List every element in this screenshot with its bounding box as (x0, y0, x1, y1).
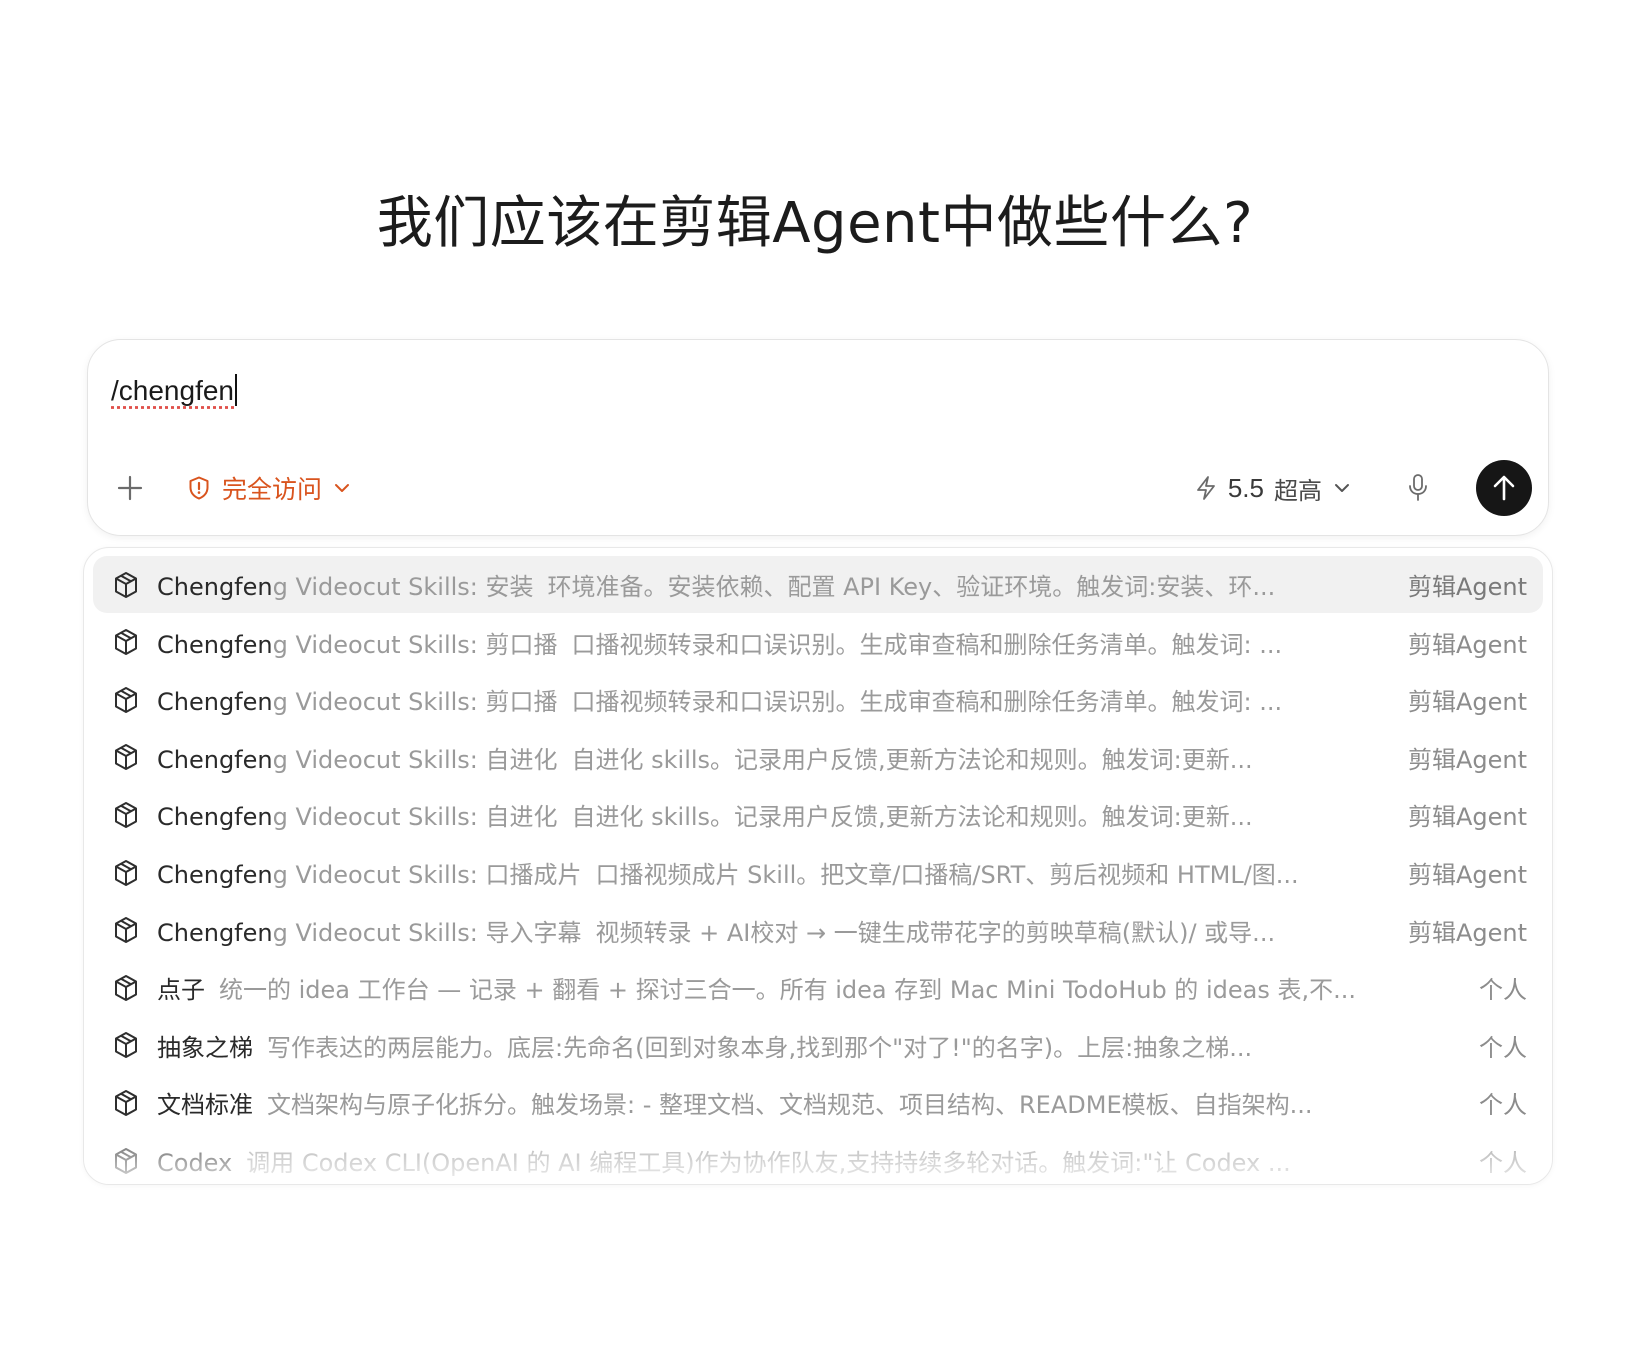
suggestion-description: 环境准备。安装依赖、配置 API Key、验证环境。触发词:安装、环... (547, 573, 1276, 601)
suggestion-description: 视频转录 + AI校对 → 一键生成带花字的剪映草稿(默认)/ 或导... (595, 918, 1276, 947)
suggestion-description: 自进化 skills。记录用户反馈,更新方法论和规则。触发词:更新... (571, 745, 1253, 774)
suggestion-item[interactable]: Chengfeng Videocut Skills: 剪口播 口播视频转录和口误识… (93, 671, 1543, 728)
page-title: 我们应该在剪辑Agent中做些什么? (376, 191, 1254, 256)
suggestion-name-rest: g Videocut Skills: 剪口播 (272, 630, 558, 659)
prompt-input-value: /chengfen (111, 375, 234, 406)
suggestion-text: Chengfeng Videocut Skills: 剪口播 口播视频转录和口误识… (157, 625, 1373, 660)
cube-icon (111, 916, 140, 945)
composer-toolbar: 完全访问 5.5 超高 (88, 460, 1548, 516)
composer: /chengfen 完全访问 5.5 超高 (87, 339, 1549, 536)
suggestion-scope: 剪辑Agent (1407, 688, 1527, 717)
add-attachment-button[interactable] (112, 470, 148, 506)
cube-icon (111, 570, 140, 599)
suggestion-description: 自进化 skills。记录用户反馈,更新方法论和规则。触发词:更新... (571, 803, 1253, 832)
suggestion-item[interactable]: Chengfeng Videocut Skills: 口播成片 口播视频成片 Sk… (93, 844, 1543, 901)
suggestion-item[interactable]: Chengfeng Videocut Skills: 剪口播 口播视频转录和口误识… (93, 614, 1543, 671)
suggestion-item[interactable]: Chengfeng Videocut Skills: 自进化 自进化 skills… (93, 729, 1543, 786)
suggestion-description: 统一的 idea 工作台 — 记录 + 翻看 + 探讨三合一。所有 idea 存… (219, 976, 1356, 1005)
suggestion-name-rest: g Videocut Skills: 导入字幕 (272, 918, 582, 947)
suggestion-scope: 个人 (1479, 1149, 1527, 1177)
cube-icon (111, 685, 140, 714)
voice-input-button[interactable] (1400, 470, 1436, 506)
suggestion-scope: 个人 (1479, 1033, 1527, 1062)
suggestion-description: 口播视频转录和口误识别。生成审查稿和删除任务清单。触发词: ... (571, 688, 1283, 717)
cube-icon (111, 800, 140, 829)
lightning-icon (1196, 476, 1215, 500)
cube-icon (111, 743, 140, 772)
suggestion-name-rest: g Videocut Skills: 安装 (272, 573, 534, 601)
suggestion-item[interactable]: Chengfeng Videocut Skills: 自进化 自进化 skills… (93, 786, 1543, 843)
suggestion-name-match: Chengfen (157, 803, 273, 832)
suggestion-name-rest: g Videocut Skills: 剪口播 (272, 688, 558, 717)
suggestion-text: Chengfeng Videocut Skills: 剪口播 口播视频转录和口误识… (157, 682, 1373, 717)
suggestion-scope: 个人 (1479, 1091, 1527, 1120)
suggestion-description: 调用 Codex CLI(OpenAI 的 AI 编程工具)作为协作队友,支持持… (246, 1149, 1291, 1177)
model-selector-dropdown[interactable]: 5.5 超高 (1194, 468, 1352, 508)
suggestion-scope: 剪辑Agent (1407, 918, 1527, 947)
suggestion-item[interactable]: 文档标准 文档架构与原子化拆分。触发场景: - 整理文档、文档规范、项目结构、RE… (93, 1074, 1543, 1131)
access-mode-label: 完全访问 (222, 475, 323, 504)
suggestion-text: 文档标准 文档架构与原子化拆分。触发场景: - 整理文档、文档规范、项目结构、RE… (157, 1085, 1373, 1120)
suggestion-name-rest: g Videocut Skills: 自进化 (272, 803, 558, 832)
suggestion-name-match: Chengfen (157, 745, 273, 774)
suggestion-name-match: Codex (157, 1149, 233, 1177)
suggestion-name-match: Chengfen (157, 630, 273, 659)
suggestion-name-match: 点子 (157, 976, 205, 1005)
suggestion-text: Chengfeng Videocut Skills: 自进化 自进化 skills… (157, 740, 1373, 775)
suggestion-scope: 剪辑Agent (1407, 573, 1527, 601)
suggestion-item[interactable]: Chengfeng Videocut Skills: 安装 环境准备。安装依赖、配… (93, 556, 1543, 613)
suggestion-item[interactable]: 点子 统一的 idea 工作台 — 记录 + 翻看 + 探讨三合一。所有 idea… (93, 959, 1543, 1016)
page: 我们应该在剪辑Agent中做些什么? /chengfen 完全访问 5.5 超高… (0, 0, 1630, 1364)
suggestion-scope: 剪辑Agent (1407, 630, 1527, 659)
suggestion-name-match: Chengfen (157, 861, 273, 889)
suggestion-scope: 剪辑Agent (1407, 745, 1527, 774)
suggestion-text: Chengfeng Videocut Skills: 导入字幕 视频转录 + AI… (157, 913, 1373, 948)
suggestion-item[interactable]: Codex 调用 Codex CLI(OpenAI 的 AI 编程工具)作为协作队… (93, 1132, 1543, 1184)
model-level: 超高 (1274, 476, 1322, 505)
suggestion-scope: 个人 (1479, 976, 1527, 1005)
suggestion-scope: 剪辑Agent (1407, 803, 1527, 832)
suggestion-name-match: 抽象之梯 (157, 1033, 253, 1062)
suggestion-name-rest: g Videocut Skills: 口播成片 (272, 861, 582, 889)
suggestion-name-match: Chengfen (157, 573, 273, 601)
suggestion-name-match: Chengfen (157, 918, 273, 947)
suggestion-name-match: 文档标准 (157, 1091, 253, 1120)
suggestion-name-match: Chengfen (157, 688, 273, 717)
suggestion-text: Chengfeng Videocut Skills: 口播成片 口播视频成片 Sk… (157, 855, 1373, 890)
suggestion-description: 口播视频成片 Skill。把文章/口播稿/SRT、剪后视频和 HTML/图... (595, 861, 1299, 889)
prompt-input[interactable]: /chengfen (111, 374, 237, 407)
cube-icon (111, 628, 140, 657)
suggestion-description: 写作表达的两层能力。底层:先命名(回到对象本身,找到那个"对了!"的名字)。上层… (267, 1033, 1253, 1062)
slash-command-suggestions: Chengfeng Videocut Skills: 安装 环境准备。安装依赖、配… (83, 547, 1553, 1185)
suggestion-scope: 剪辑Agent (1407, 861, 1527, 889)
chevron-down-icon (335, 484, 350, 492)
shield-alert-icon (189, 476, 209, 500)
plus-icon (117, 475, 143, 501)
suggestion-text: Chengfeng Videocut Skills: 安装 环境准备。安装依赖、配… (157, 567, 1373, 602)
cube-icon (111, 1146, 140, 1175)
send-button[interactable] (1476, 460, 1532, 516)
cube-icon (111, 1088, 140, 1117)
cube-icon (111, 973, 140, 1002)
cube-icon (111, 858, 140, 887)
suggestion-text: 抽象之梯 写作表达的两层能力。底层:先命名(回到对象本身,找到那个"对了!"的名字… (157, 1028, 1373, 1063)
cube-icon (111, 1031, 140, 1060)
suggestion-text: Chengfeng Videocut Skills: 自进化 自进化 skills… (157, 797, 1373, 832)
suggestion-item[interactable]: 抽象之梯 写作表达的两层能力。底层:先命名(回到对象本身,找到那个"对了!"的名字… (93, 1017, 1543, 1074)
chevron-down-icon (1335, 484, 1349, 492)
arrow-up-icon (1493, 475, 1515, 501)
suggestion-item[interactable]: Chengfeng Videocut Skills: 导入字幕 视频转录 + AI… (93, 902, 1543, 959)
suggestion-description: 文档架构与原子化拆分。触发场景: - 整理文档、文档规范、项目结构、README… (267, 1091, 1313, 1120)
suggestion-text: Codex 调用 Codex CLI(OpenAI 的 AI 编程工具)作为协作队… (157, 1143, 1373, 1178)
access-mode-dropdown[interactable]: 完全访问 (186, 468, 352, 508)
microphone-icon (1409, 474, 1427, 501)
suggestion-text: 点子 统一的 idea 工作台 — 记录 + 翻看 + 探讨三合一。所有 idea… (157, 970, 1373, 1005)
text-caret (235, 374, 237, 406)
suggestion-name-rest: g Videocut Skills: 自进化 (272, 745, 558, 774)
suggestion-description: 口播视频转录和口误识别。生成审查稿和删除任务清单。触发词: ... (571, 630, 1283, 659)
model-version: 5.5 (1227, 472, 1264, 503)
